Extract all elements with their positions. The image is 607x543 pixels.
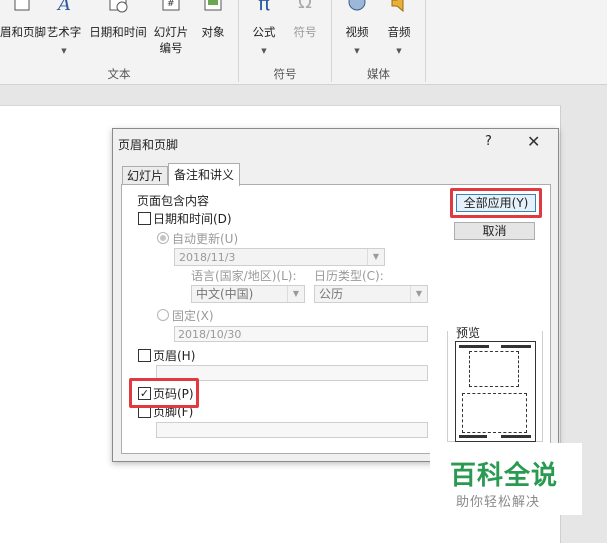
preview-footer-left xyxy=(459,435,487,438)
highlight-apply-all xyxy=(450,188,542,218)
header-checkbox-label: 页眉(H) xyxy=(153,349,196,363)
watermark-subtitle: 助你轻松解决 xyxy=(456,495,541,510)
watermark-title: 百科全说 xyxy=(450,461,559,491)
preview-header-right xyxy=(501,345,531,348)
fixed-date-value: 2018/10/30 xyxy=(178,328,242,341)
svg-text:#: # xyxy=(167,0,175,9)
calendar-icon xyxy=(109,0,128,13)
auto-date-value: 2018/11/3 xyxy=(179,251,236,264)
group-label-symbols: 符号 xyxy=(273,67,297,81)
chevron-down-icon: ▼ xyxy=(61,47,67,55)
header-footer-label: 眉和页脚 xyxy=(0,25,46,39)
omega-icon: Ω xyxy=(298,0,312,13)
object-icon xyxy=(204,0,222,11)
page-content-group-label: 页面包含内容 xyxy=(137,194,210,208)
group-label-text: 文本 xyxy=(107,67,131,81)
speaker-icon xyxy=(391,0,404,13)
wordart-label: 艺术字 xyxy=(46,25,82,39)
chevron-down-icon: ▼ xyxy=(287,286,304,302)
close-button[interactable]: ✕ xyxy=(527,132,540,151)
fixed-date-label: 固定(X) xyxy=(172,309,214,323)
preview-label: 预览 xyxy=(454,324,483,341)
chevron-down-icon: ▼ xyxy=(396,47,402,55)
language-dropdown[interactable]: 中文(中国) ▼ xyxy=(191,285,305,303)
header-footer-icon xyxy=(14,0,30,11)
object-label: 对象 xyxy=(201,25,225,39)
tab-slides[interactable]: 幻灯片 xyxy=(122,166,169,185)
pi-icon: π xyxy=(257,0,271,15)
auto-date-dropdown[interactable]: 2018/11/3 ▼ xyxy=(174,248,385,266)
group-label-media: 媒体 xyxy=(367,67,390,81)
preview-page xyxy=(455,341,536,442)
preview-header-left xyxy=(459,345,489,348)
calendar-type-label: 日历类型(C): xyxy=(314,269,384,283)
datetime-checkbox[interactable] xyxy=(138,212,151,225)
slide-number-label-2: 编号 xyxy=(159,41,183,55)
language-label: 语言(国家/地区)(L): xyxy=(191,269,297,283)
preview-page-number xyxy=(501,435,531,438)
fixed-date-input[interactable]: 2018/10/30 xyxy=(174,326,428,342)
datetime-label: 日期和时间 xyxy=(89,25,147,39)
footer-text-input[interactable] xyxy=(156,422,428,438)
svg-text:A: A xyxy=(56,0,71,15)
video-icon xyxy=(348,0,366,11)
slide-number-icon: # xyxy=(162,0,180,11)
watermark: 百科全说 助你轻松解决 xyxy=(430,443,582,515)
symbol-label: 符号 xyxy=(293,25,317,39)
slide-number-label-1: 幻灯片 xyxy=(153,25,189,39)
wordart-icon: A xyxy=(56,0,71,15)
calendar-type-value: 公历 xyxy=(319,287,344,301)
audio-label: 音频 xyxy=(387,25,411,39)
preview-slide-area xyxy=(469,351,519,387)
group-separator xyxy=(425,0,426,82)
datetime-checkbox-label: 日期和时间(D) xyxy=(153,212,232,226)
header-footer-dialog: 页眉和页脚 ? ✕ 幻灯片 备注和讲义 页面包含内容 日期和时间(D) 自动更新… xyxy=(112,128,559,462)
highlight-page-number xyxy=(129,378,199,408)
dialog-title: 页眉和页脚 xyxy=(118,138,179,152)
equation-label: 公式 xyxy=(252,25,276,39)
calendar-type-dropdown[interactable]: 公历 ▼ xyxy=(314,285,428,303)
fixed-date-radio[interactable] xyxy=(157,309,169,321)
video-label: 视频 xyxy=(345,25,369,39)
auto-update-radio[interactable] xyxy=(157,232,169,244)
chevron-down-icon: ▼ xyxy=(261,47,267,55)
ribbon-insert-tab: 眉和页脚 A 艺术字 ▼ 日期和时间 # 幻灯片 编号 对象 文本 π 公式 ▼… xyxy=(0,0,607,85)
language-value: 中文(中国) xyxy=(196,287,254,301)
header-checkbox[interactable] xyxy=(138,349,151,362)
help-button[interactable]: ? xyxy=(485,134,492,149)
chevron-down-icon: ▼ xyxy=(367,249,384,265)
tab-notes-handouts[interactable]: 备注和讲义 xyxy=(168,163,241,186)
preview-notes-area xyxy=(462,393,527,433)
chevron-down-icon: ▼ xyxy=(410,286,427,302)
cancel-button[interactable]: 取消 xyxy=(454,222,535,240)
chevron-down-icon: ▼ xyxy=(354,47,360,55)
auto-update-label: 自动更新(U) xyxy=(172,232,239,246)
